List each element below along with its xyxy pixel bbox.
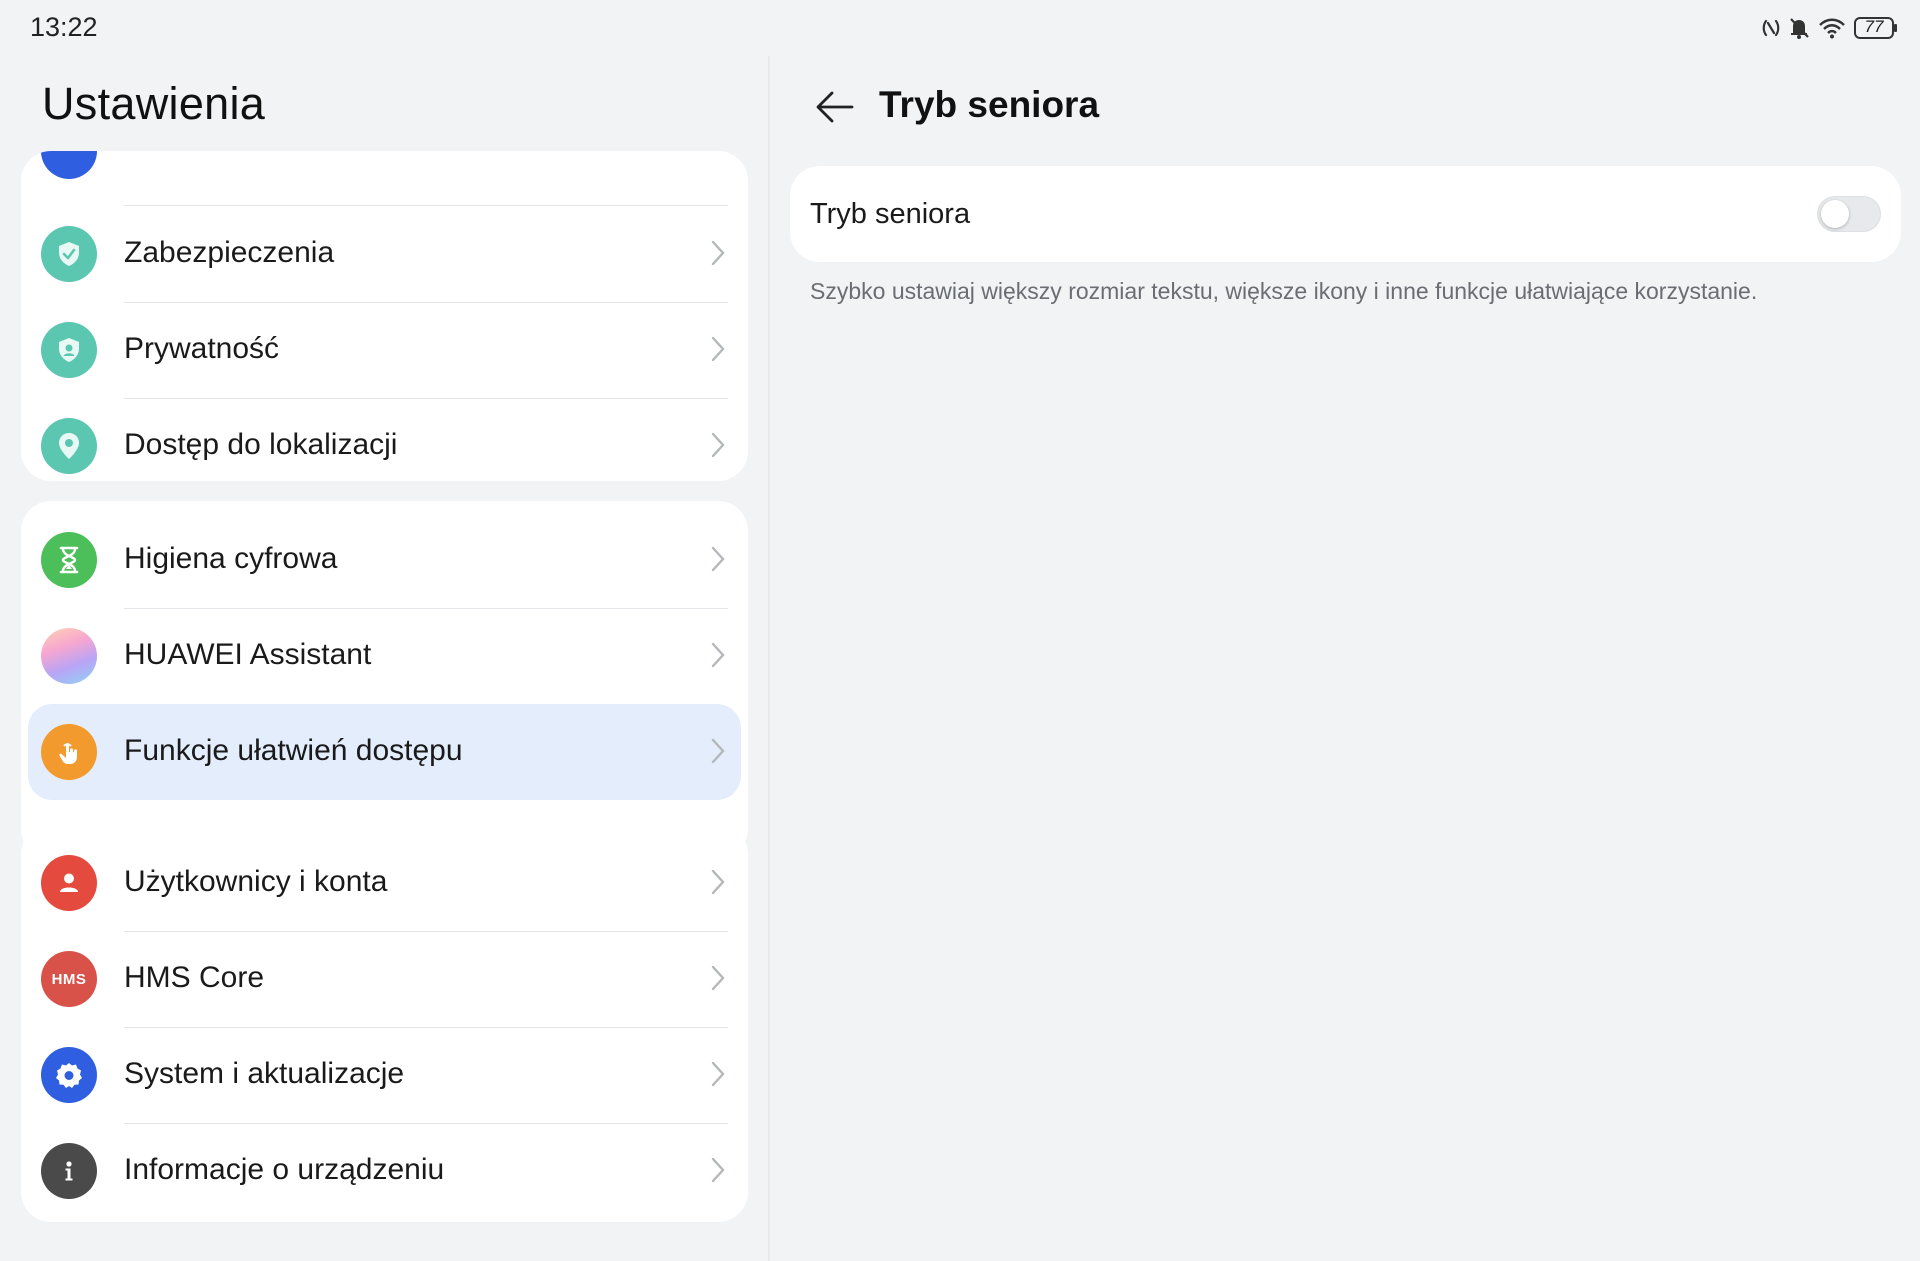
sidebar-item-label: Użytkownicy i konta [124,865,388,898]
user-icon [41,855,97,911]
sidebar-item-label: Dostęp do lokalizacji [124,428,398,461]
sidebar-item-security[interactable]: Zabezpieczenia [21,206,748,302]
chevron-right-icon [711,546,725,572]
sidebar-item-privacy[interactable]: Prywatność [21,302,748,398]
bell-muted-icon [1788,16,1810,40]
chevron-right-icon [711,432,725,458]
toggle-knob [1821,200,1849,228]
senior-mode-toggle[interactable] [1817,196,1881,232]
sidebar-item-users[interactable]: Użytkownicy i konta [21,835,748,931]
gear-icon [41,1047,97,1103]
sidebar-item-label: Zabezpieczenia [124,236,335,269]
page-title: Ustawienia [42,78,266,129]
sidebar-item-label: Prywatność [124,332,280,365]
chevron-right-icon [711,869,725,895]
divider [124,302,728,303]
battery-level: 77 [1864,17,1884,36]
arrow-left-icon [816,91,854,123]
sidebar-item-label: Informacje o urządzeniu [124,1153,445,1186]
chevron-right-icon [711,240,725,266]
chevron-right-icon [711,336,725,362]
divider [124,931,728,932]
settings-group-security: Zabezpieczenia Prywatność Dostęp do loka… [21,151,748,481]
partial-icon [41,151,97,179]
privacy-shield-icon [41,322,97,378]
sidebar-item-label: HUAWEI Assistant [124,638,372,671]
shield-check-icon [41,226,97,282]
chevron-right-icon [711,642,725,668]
sidebar-item-hms-core[interactable]: HMS HMS Core [21,931,748,1027]
divider [124,608,728,609]
detail-panel: Tryb seniora Tryb seniora Szybko ustawia… [770,56,1920,1261]
info-icon [41,1143,97,1199]
wifi-icon [1818,17,1846,39]
sidebar-item-about-device[interactable]: Informacje o urządzeniu [21,1123,748,1219]
sidebar-item-label: HMS Core [124,961,265,994]
senior-mode-card: Tryb seniora [790,166,1901,262]
sidebar-item-label: System i aktualizacje [124,1057,405,1090]
status-time: 13:22 [30,12,98,42]
sidebar-item-system-updates[interactable]: System i aktualizacje [21,1027,748,1123]
back-button[interactable] [810,82,860,132]
settings-list-panel: Ustawienia Zabezpieczenia Prywatność Dos… [0,56,768,1261]
chevron-right-icon [711,1157,725,1183]
chevron-right-icon [711,965,725,991]
divider [124,398,728,399]
divider [124,1123,728,1124]
settings-group-assist: Higiena cyfrowa HUAWEI Assistant Funkcje… [21,501,748,859]
hms-icon-text: HMS [51,970,87,988]
sidebar-item-accessibility[interactable]: Funkcje ułatwień dostępu [21,704,748,800]
status-icons: 77 [1762,12,1898,44]
sidebar-item-huawei-assistant[interactable]: HUAWEI Assistant [21,608,748,704]
nfc-icon [1762,17,1780,39]
location-pin-icon [41,418,97,474]
sidebar-item-label: Higiena cyfrowa [124,542,338,575]
chevron-right-icon [711,738,725,764]
detail-title: Tryb seniora [879,84,1100,125]
divider [124,1027,728,1028]
hourglass-icon [41,532,97,588]
sidebar-item-location[interactable]: Dostęp do lokalizacji [21,398,748,481]
chevron-right-icon [711,1061,725,1087]
settings-group-system: Użytkownicy i konta HMS HMS Core System … [21,824,748,1222]
sidebar-item-digital-balance[interactable]: Higiena cyfrowa [21,512,748,608]
assistant-gradient-icon [41,628,97,684]
hms-icon: HMS [41,951,97,1007]
senior-mode-label: Tryb seniora [810,198,971,230]
senior-mode-description: Szybko ustawiaj większy rozmiar tekstu, … [810,278,1758,304]
hand-tap-icon [41,724,97,780]
list-item-partial[interactable] [21,151,748,206]
sidebar-item-label: Funkcje ułatwień dostępu [124,734,463,767]
battery-icon: 77 [1854,16,1898,40]
status-bar: 13:22 77 [0,0,1920,56]
